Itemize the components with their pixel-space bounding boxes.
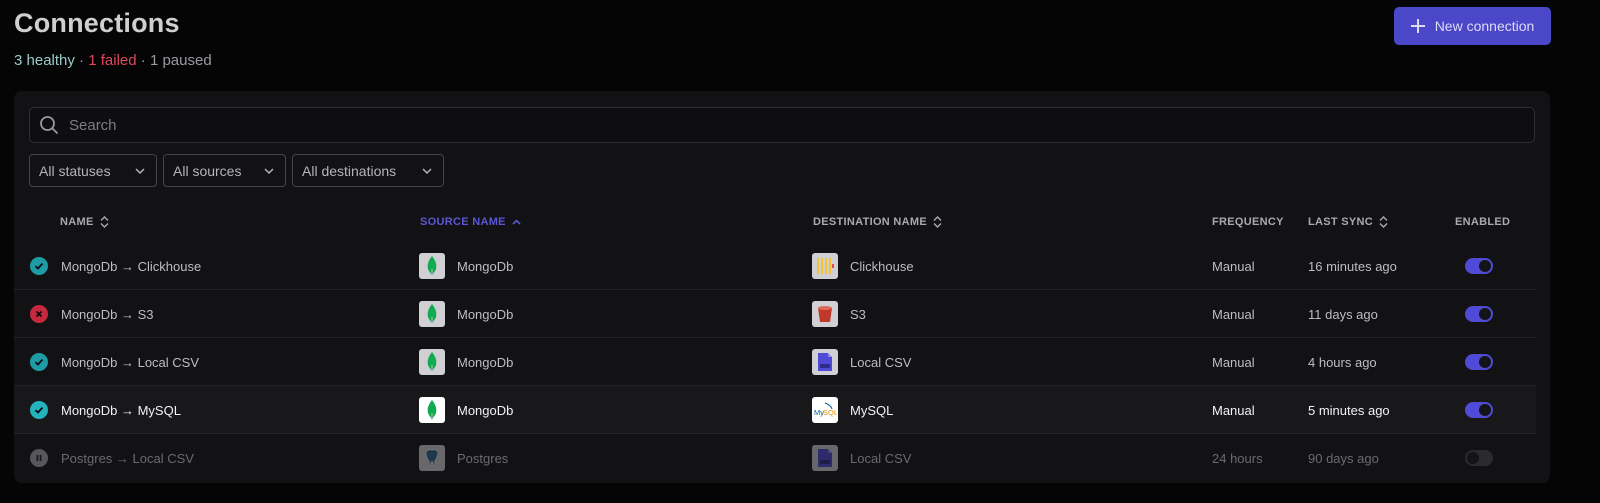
destination-name: Clickhouse bbox=[850, 258, 914, 274]
column-header-last-sync-label: LAST SYNC bbox=[1308, 216, 1374, 228]
filter-bar: All statuses All sources All destination… bbox=[29, 154, 444, 187]
mongodb-icon bbox=[419, 397, 445, 423]
summary-separator: · bbox=[136, 52, 150, 69]
connection-name: Postgres → Local CSV bbox=[61, 450, 194, 466]
source-name: MongoDb bbox=[457, 258, 514, 274]
sort-icon bbox=[933, 216, 942, 228]
column-header-last-sync[interactable]: LAST SYNC bbox=[1308, 216, 1388, 228]
destination-filter-label: All destinations bbox=[302, 162, 397, 179]
destination-name: Local CSV bbox=[850, 354, 912, 370]
last-sync: 4 hours ago bbox=[1308, 354, 1377, 370]
frequency: Manual bbox=[1212, 306, 1255, 322]
connection-status-summary: 3 healthy · 1 failed · 1 paused bbox=[14, 52, 212, 69]
new-connection-button[interactable]: New connection bbox=[1394, 7, 1551, 45]
connection-name: MongoDb → S3 bbox=[61, 306, 154, 322]
healthy-status-icon bbox=[30, 353, 48, 371]
sort-icon bbox=[1379, 216, 1388, 228]
table-row[interactable]: MongoDb → Local CSV MongoDb Local CSV Ma… bbox=[14, 338, 1536, 386]
paused-count: 1 paused bbox=[149, 52, 212, 69]
chevron-down-icon bbox=[135, 167, 145, 174]
source-filter-dropdown[interactable]: All sources bbox=[163, 154, 286, 187]
clickhouse-icon bbox=[812, 253, 838, 279]
mysql-icon: My SQL bbox=[812, 397, 838, 423]
column-header-source-label: SOURCE NAME bbox=[420, 216, 506, 228]
column-header-name[interactable]: NAME bbox=[60, 216, 109, 228]
column-header-name-label: NAME bbox=[60, 216, 94, 228]
last-sync: 90 days ago bbox=[1308, 450, 1379, 466]
search-input[interactable] bbox=[69, 116, 1469, 134]
source-name: MongoDb bbox=[457, 354, 514, 370]
frequency: Manual bbox=[1212, 402, 1255, 418]
failed-status-icon bbox=[30, 305, 48, 323]
page-title: Connections bbox=[14, 8, 180, 38]
enabled-toggle[interactable] bbox=[1465, 306, 1493, 322]
enabled-toggle[interactable] bbox=[1465, 450, 1493, 466]
enabled-toggle[interactable] bbox=[1465, 354, 1493, 370]
chevron-down-icon bbox=[264, 167, 274, 174]
connections-panel: All statuses All sources All destination… bbox=[14, 91, 1550, 483]
destination-filter-dropdown[interactable]: All destinations bbox=[292, 154, 444, 187]
new-connection-label: New connection bbox=[1434, 18, 1535, 34]
table-row[interactable]: MongoDb → MySQL MongoDb My SQL MySQL Manu… bbox=[14, 386, 1536, 434]
frequency: Manual bbox=[1212, 354, 1255, 370]
connection-name: MongoDb → MySQL bbox=[61, 402, 181, 418]
toggle-knob bbox=[1479, 308, 1491, 320]
postgres-elephant-icon bbox=[419, 445, 445, 471]
failed-count: 1 failed bbox=[88, 52, 137, 69]
chevron-down-icon bbox=[422, 167, 432, 174]
column-header-enabled-label: ENABLED bbox=[1455, 216, 1511, 228]
toggle-knob bbox=[1479, 404, 1491, 416]
healthy-count: 3 healthy bbox=[14, 52, 75, 69]
table-row[interactable]: MongoDb → S3 MongoDb S3 Manual 11 days a… bbox=[14, 290, 1536, 338]
column-header-destination-label: DESTINATION NAME bbox=[813, 216, 927, 228]
mongodb-icon bbox=[419, 349, 445, 375]
table-row[interactable]: Postgres → Local CSV Postgres Local CSV … bbox=[14, 434, 1536, 482]
toggle-knob bbox=[1479, 356, 1491, 368]
frequency: 24 hours bbox=[1212, 450, 1263, 466]
mongodb-icon bbox=[419, 253, 445, 279]
column-header-destination[interactable]: DESTINATION NAME bbox=[813, 216, 942, 228]
column-header-frequency: FREQUENCY bbox=[1212, 216, 1284, 228]
search-icon bbox=[40, 116, 58, 134]
plus-icon bbox=[1410, 19, 1425, 33]
destination-name: Local CSV bbox=[850, 450, 912, 466]
source-name: MongoDb bbox=[457, 306, 514, 322]
search-bar[interactable] bbox=[29, 107, 1535, 143]
toggle-knob bbox=[1467, 452, 1479, 464]
connection-name: MongoDb → Clickhouse bbox=[61, 258, 202, 274]
s3-bucket-icon bbox=[812, 301, 838, 327]
svg-text:SQL: SQL bbox=[823, 408, 837, 417]
enabled-toggle[interactable] bbox=[1465, 402, 1493, 418]
connection-name: MongoDb → Local CSV bbox=[61, 354, 200, 370]
table-row[interactable]: MongoDb → Clickhouse MongoDb Clickhouse … bbox=[14, 242, 1536, 290]
sort-ascending-icon bbox=[512, 219, 521, 225]
source-name: MongoDb bbox=[457, 402, 514, 418]
last-sync: 5 minutes ago bbox=[1308, 402, 1390, 418]
status-filter-dropdown[interactable]: All statuses bbox=[29, 154, 157, 187]
last-sync: 16 minutes ago bbox=[1308, 258, 1397, 274]
mongodb-icon bbox=[419, 301, 445, 327]
source-filter-label: All sources bbox=[173, 162, 242, 179]
column-header-frequency-label: FREQUENCY bbox=[1212, 216, 1284, 228]
destination-name: MySQL bbox=[850, 402, 894, 418]
toggle-knob bbox=[1479, 260, 1491, 272]
healthy-status-icon bbox=[30, 401, 48, 419]
csv-file-icon bbox=[812, 445, 838, 471]
column-header-enabled: ENABLED bbox=[1455, 216, 1510, 228]
csv-file-icon bbox=[812, 349, 838, 375]
enabled-toggle[interactable] bbox=[1465, 258, 1493, 274]
summary-separator: · bbox=[74, 52, 89, 69]
source-name: Postgres bbox=[457, 450, 509, 466]
frequency: Manual bbox=[1212, 258, 1255, 274]
destination-name: S3 bbox=[850, 306, 866, 322]
sort-icon bbox=[100, 216, 109, 228]
last-sync: 11 days ago bbox=[1308, 306, 1378, 322]
column-header-source[interactable]: SOURCE NAME bbox=[420, 216, 521, 228]
healthy-status-icon bbox=[30, 257, 48, 275]
paused-status-icon bbox=[30, 449, 48, 467]
status-filter-label: All statuses bbox=[39, 162, 111, 179]
